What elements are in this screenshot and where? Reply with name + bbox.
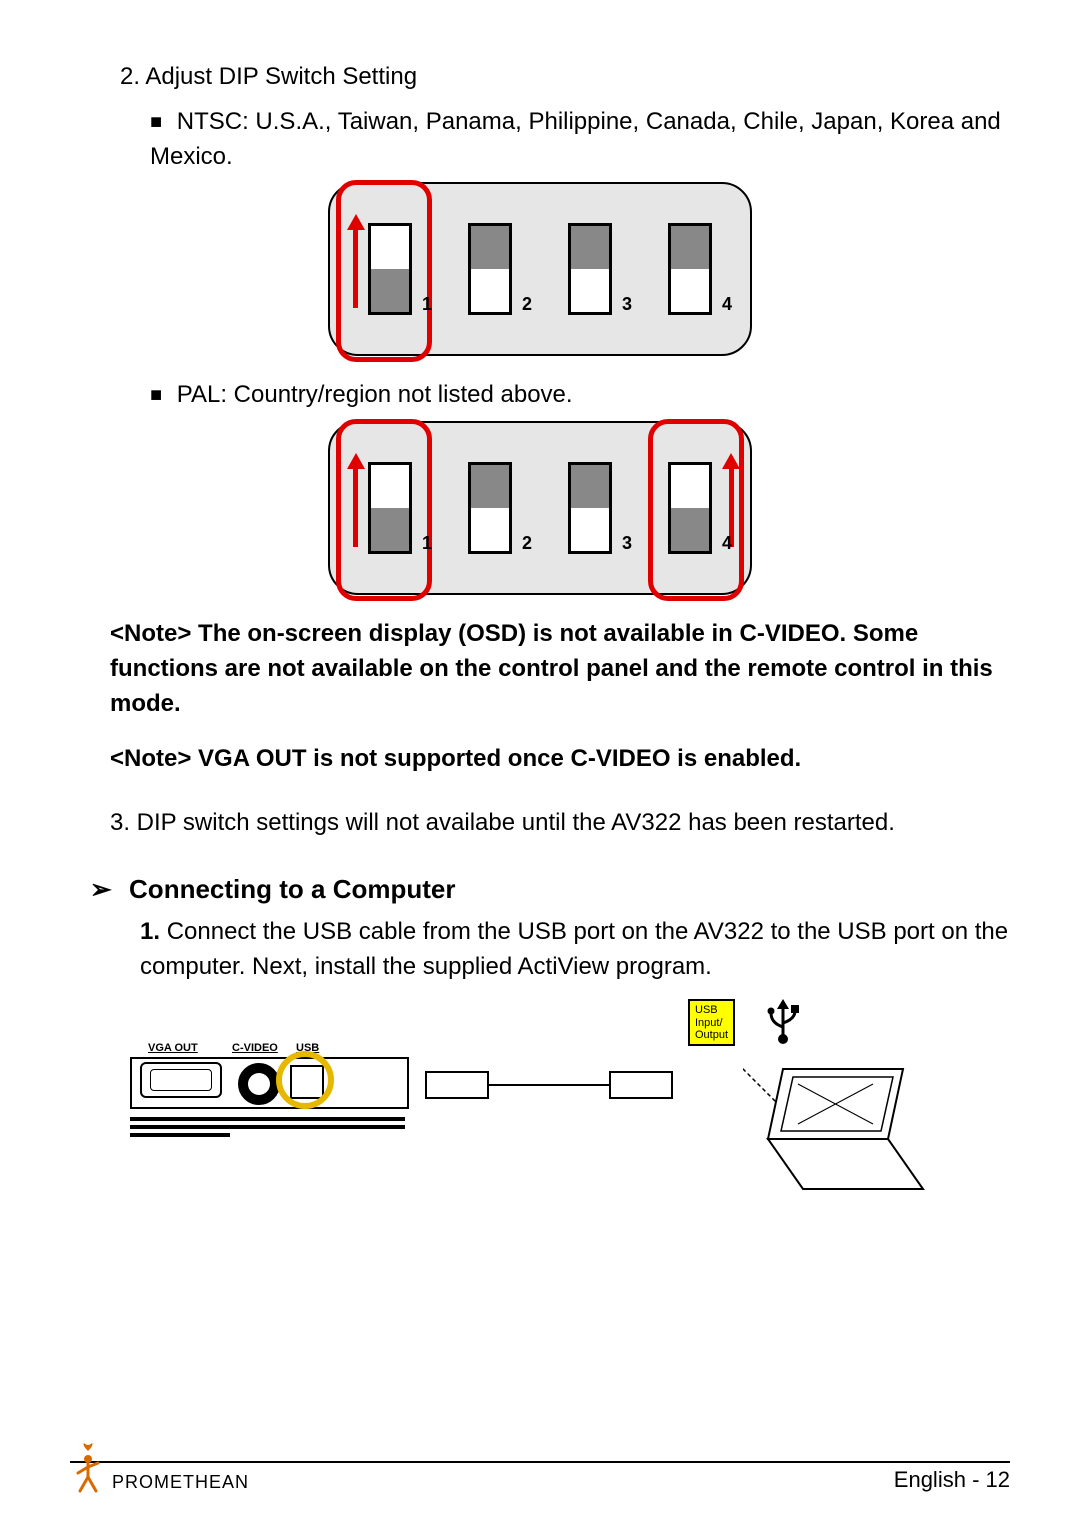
connect-step-1: 1. Connect the USB cable from the USB po…: [140, 915, 1010, 985]
dip-switch-4: 4: [660, 462, 720, 554]
av322-port-panel: VGA OUT C-VIDEO USB: [130, 1009, 410, 1139]
vga-port-icon: [140, 1062, 222, 1098]
page-footer: PROMETHEAN English - 12: [0, 1443, 1080, 1493]
usb-plug-a-icon: [425, 1071, 489, 1099]
page-sep: -: [972, 1467, 979, 1492]
ntsc-text: NTSC: U.S.A., Taiwan, Panama, Philippine…: [150, 108, 1001, 170]
pal-text: PAL: Country/region not listed above.: [177, 381, 573, 408]
dip-panel-pal: 1 2 3 4: [328, 421, 752, 595]
laptop-icon: [743, 1059, 943, 1199]
dip-switch-1: 1: [360, 223, 420, 315]
usb-io-tag: USB Input/ Output: [688, 999, 735, 1045]
step-1-body: Connect the USB cable from the USB port …: [140, 918, 1008, 980]
dip-switch-3: 3: [560, 223, 620, 315]
page-indicator: English - 12: [894, 1467, 1010, 1493]
dip-label-4: 4: [722, 530, 732, 556]
dip-label-1: 1: [422, 530, 432, 556]
dip-label-4: 4: [722, 291, 732, 317]
step-3-text: 3. DIP switch settings will not availabe…: [110, 806, 1010, 841]
connection-figure: VGA OUT C-VIDEO USB USB Input/: [130, 1009, 1010, 1139]
dip-panel-ntsc: 1 2 3 4: [328, 182, 752, 356]
dip-label-2: 2: [522, 291, 532, 317]
page-num: 12: [986, 1467, 1010, 1492]
promethean-logo: PROMETHEAN: [70, 1443, 249, 1493]
dip-label-1: 1: [422, 291, 432, 317]
dip-label-2: 2: [522, 530, 532, 556]
dip-switch-3: 3: [560, 462, 620, 554]
step-2-title: 2. Adjust DIP Switch Setting: [120, 60, 1010, 95]
base-rails-icon: [130, 1113, 405, 1137]
dip-switch-2: 2: [460, 462, 520, 554]
dip-label-3: 3: [622, 291, 632, 317]
step-1-number: 1.: [140, 918, 160, 945]
page-lang: English: [894, 1467, 966, 1492]
dip-label-3: 3: [622, 530, 632, 556]
vga-out-label: VGA OUT: [148, 1041, 198, 1057]
ntsc-bullet: NTSC: U.S.A., Taiwan, Panama, Philippine…: [150, 105, 1010, 175]
up-arrow-shaft-icon: [353, 467, 358, 547]
usb-cable-icon: [425, 1071, 673, 1099]
connecting-heading-text: Connecting to a Computer: [129, 874, 455, 904]
usb-tag-l1: USB: [695, 1004, 718, 1016]
cvideo-label: C-VIDEO: [232, 1041, 278, 1057]
flame-figure-icon: [70, 1443, 106, 1493]
connecting-heading: Connecting to a Computer: [90, 871, 1010, 909]
pal-bullet: PAL: Country/region not listed above.: [150, 378, 1010, 413]
usb-trident-icon: [763, 999, 803, 1058]
dip-figure-ntsc: 1 2 3 4: [70, 182, 1010, 356]
dip-switch-2: 2: [460, 223, 520, 315]
note-vga: <Note> VGA OUT is not supported once C-V…: [110, 742, 1010, 777]
note-osd: <Note> The on-screen display (OSD) is no…: [110, 617, 1010, 721]
brand-name: PROMETHEAN: [112, 1472, 249, 1493]
laptop-area: USB Input/ Output: [688, 999, 948, 1045]
dip-figure-pal: 1 2 3 4: [70, 421, 1010, 595]
dip-switch-1: 1: [360, 462, 420, 554]
usb-tag-l3: Output: [695, 1029, 728, 1041]
up-arrow-shaft-icon: [353, 228, 358, 308]
usb-tag-l2: Input/: [695, 1017, 723, 1029]
usb-plug-b-icon: [609, 1071, 673, 1099]
dip-switch-4: 4: [660, 223, 720, 315]
